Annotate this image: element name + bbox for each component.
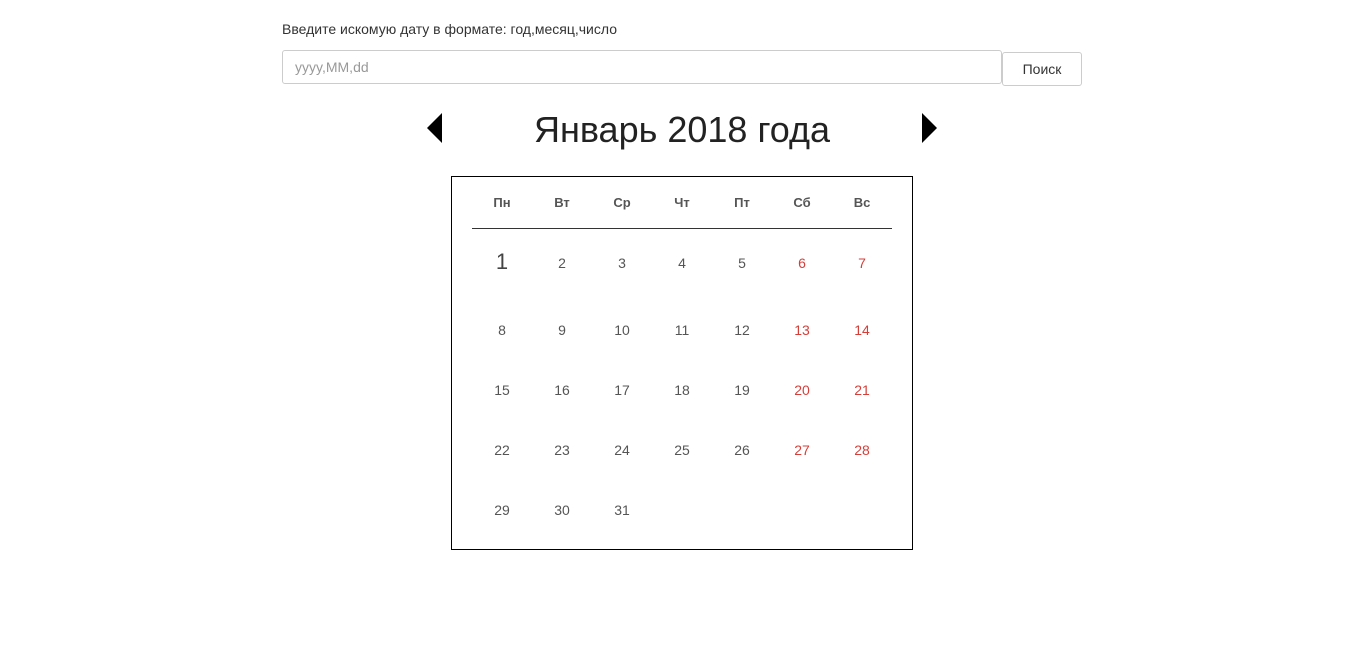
calendar-day[interactable]: 6: [772, 255, 832, 271]
month-title: Январь 2018 года: [533, 109, 831, 150]
weekday-label: Ср: [613, 195, 631, 210]
calendar-day[interactable]: 22: [472, 442, 532, 458]
calendar-day[interactable]: 16: [532, 382, 592, 398]
calendar-day[interactable]: 21: [832, 382, 892, 398]
calendar-day[interactable]: 10: [592, 322, 652, 338]
search-button[interactable]: Поиск: [1002, 52, 1082, 86]
search-label: Введите искомую дату в формате: год,меся…: [282, 21, 617, 37]
calendar-day[interactable]: 20: [772, 382, 832, 398]
calendar-day[interactable]: 11: [652, 322, 712, 338]
calendar-day[interactable]: 15: [472, 382, 532, 398]
weekday-label: Вт: [554, 195, 570, 210]
calendar-day[interactable]: 9: [532, 322, 592, 338]
weekday-label: Пн: [493, 195, 511, 210]
calendar-day[interactable]: 26: [712, 442, 772, 458]
calendar-day[interactable]: 8: [472, 322, 532, 338]
calendar-day[interactable]: 2: [532, 255, 592, 271]
calendar-day[interactable]: 27: [772, 442, 832, 458]
weekday-label: Вс: [853, 195, 871, 210]
calendar-day[interactable]: 18: [652, 382, 712, 398]
prev-month-icon[interactable]: [427, 113, 442, 143]
calendar-day[interactable]: 4: [652, 255, 712, 271]
calendar-day[interactable]: 30: [532, 502, 592, 518]
calendar-day[interactable]: 25: [652, 442, 712, 458]
calendar-day[interactable]: 23: [532, 442, 592, 458]
weekday-label: Сб: [793, 195, 811, 210]
calendar-day[interactable]: 29: [472, 502, 532, 518]
calendar-day[interactable]: 7: [832, 255, 892, 271]
next-month-icon[interactable]: [922, 113, 937, 143]
calendar-day[interactable]: 12: [712, 322, 772, 338]
calendar-day[interactable]: 24: [592, 442, 652, 458]
calendar-page: Введите искомую дату в формате: год,меся…: [0, 0, 1364, 657]
weekday-label: Пт: [734, 195, 750, 210]
weekday-header: Пн Вт Ср Чт Пт Сб Вс: [472, 177, 892, 229]
weekday-label: Чт: [674, 195, 690, 210]
date-search-input[interactable]: [282, 50, 1002, 84]
calendar-day-selected[interactable]: 1: [472, 249, 532, 275]
calendar-day[interactable]: 17: [592, 382, 652, 398]
calendar-day[interactable]: 13: [772, 322, 832, 338]
calendar-grid: Пн Вт Ср Чт Пт Сб Вс 1 2 3 4 5 6 7 8 9 10 11 12 13 14 15 16 17…: [451, 176, 913, 550]
calendar-day[interactable]: 14: [832, 322, 892, 338]
calendar-day[interactable]: 5: [712, 255, 772, 271]
calendar-day[interactable]: 28: [832, 442, 892, 458]
calendar-day[interactable]: 31: [592, 502, 652, 518]
calendar-day[interactable]: 3: [592, 255, 652, 271]
calendar-day[interactable]: 19: [712, 382, 772, 398]
